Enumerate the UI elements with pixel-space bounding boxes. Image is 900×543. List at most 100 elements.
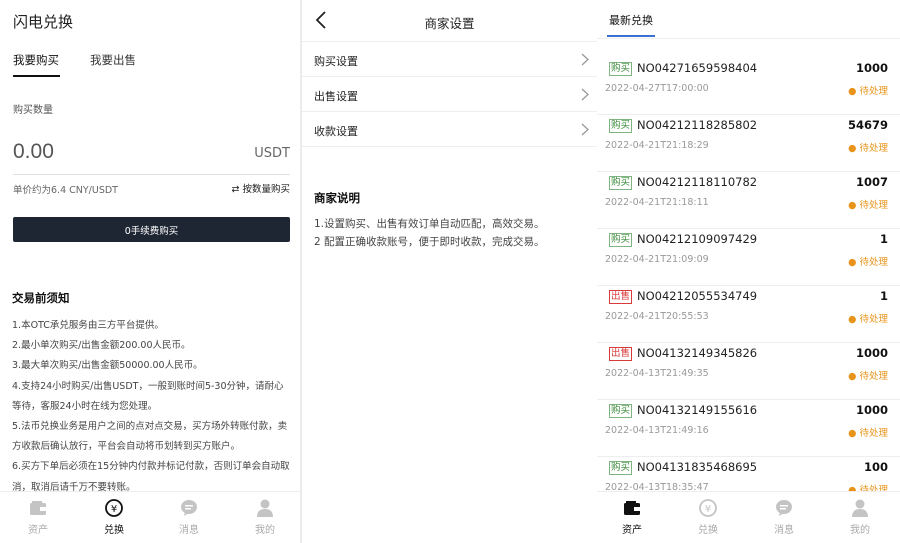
order-row[interactable]: 出售 NO04212055534749 1 2022-04-21T20:55:53 ● … — [597, 286, 900, 343]
notice-title: 交易前须知 — [12, 291, 70, 305]
message-icon — [776, 500, 792, 516]
order-status-text: 待处理 — [859, 257, 888, 268]
order-status: ● 待处理 — [848, 428, 888, 439]
order-status: ● 待处理 — [848, 143, 888, 154]
order-status-text: 待处理 — [859, 200, 888, 211]
tab-latest-exchanges[interactable]: 最新兑换 — [609, 12, 653, 28]
notice-item: 2.最小单次购买/出售金额200.00人民币。 — [12, 340, 191, 352]
order-type-badge: 购买 — [609, 233, 633, 247]
order-status-text: 待处理 — [859, 371, 888, 382]
nav-assets[interactable]: 资产 — [13, 498, 63, 536]
amount-input[interactable]: 0.00 — [13, 140, 54, 164]
order-row[interactable]: 购买 NO04132149155616 1000 2022-04-13T21:49:1… — [597, 400, 900, 457]
order-amount: 1 — [879, 232, 888, 246]
order-number: NO04131835468695 — [637, 460, 758, 474]
merchant-notes: 1.设置购买、出售有效订单自动匹配，高效交易。 2 配置正确收款账号，便于即时收… — [314, 215, 589, 251]
order-amount: 54679 — [847, 118, 888, 132]
settings-row-sell[interactable]: 出售设置 — [302, 77, 597, 112]
order-type-badge: 购买 — [609, 461, 633, 475]
order-type-badge: 出售 — [609, 347, 633, 361]
order-number: NO04132149155616 — [637, 403, 758, 417]
order-row[interactable]: 购买 NO04212118285802 54679 2022-04-21T21:18:… — [597, 115, 900, 172]
order-status-text: 待处理 — [859, 428, 888, 439]
order-number: NO04212118110782 — [637, 175, 758, 189]
order-number: NO04212055534749 — [637, 289, 758, 303]
order-type-badge: 购买 — [609, 404, 633, 418]
merchant-settings-panel: 商家设置 购买设置 出售设置 收款设置 商家说明 1.设置购买、出售有效订单自动… — [302, 0, 597, 543]
order-row[interactable]: 购买 NO04212118110782 1007 2022-04-21T21:18:1… — [597, 172, 900, 229]
order-status: ● 待处理 — [848, 257, 888, 268]
message-icon — [181, 500, 197, 516]
order-row[interactable]: 出售 NO04132149345826 1000 2022-04-13T21:49:3… — [597, 343, 900, 400]
order-type-badge: 购买 — [609, 176, 633, 190]
active-tab-indicator — [607, 35, 655, 37]
tab-sell[interactable]: 我要出售 — [90, 52, 136, 68]
order-number: NO04212118285802 — [637, 118, 758, 132]
order-number: NO04271659598404 — [637, 61, 758, 75]
notice-item: 1.本OTC承兑服务由三方平台提供。 — [12, 320, 164, 331]
buy-button[interactable]: 0手续费购买 — [13, 217, 290, 242]
settings-row-buy[interactable]: 购买设置 — [302, 42, 597, 77]
chevron-right-icon — [581, 53, 589, 66]
order-amount: 1000 — [855, 403, 888, 417]
input-divider — [13, 174, 290, 175]
chevron-right-icon — [581, 88, 589, 101]
unit-price-text: 单价约为6.4 CNY/USDT — [13, 185, 118, 196]
page-title: 商家设置 — [424, 16, 475, 31]
exchange-icon: ¥ — [699, 499, 717, 517]
order-amount: 1 — [879, 289, 888, 303]
user-icon — [257, 499, 273, 517]
svg-text:¥: ¥ — [111, 504, 117, 515]
order-status: ● 待处理 — [848, 200, 888, 211]
merchant-notes-title: 商家说明 — [314, 191, 360, 205]
order-type-badge: 购买 — [609, 62, 633, 76]
order-status: ● 待处理 — [848, 314, 888, 325]
order-amount: 1000 — [855, 61, 888, 75]
order-time: 2022-04-21T21:09:09 — [605, 254, 709, 265]
order-status: ● 待处理 — [848, 86, 888, 97]
order-time: 2022-04-21T20:55:53 — [605, 311, 709, 322]
quantity-label: 购买数量 — [13, 105, 53, 116]
order-type-badge: 出售 — [609, 290, 633, 304]
chevron-right-icon — [581, 123, 589, 136]
nav-messages[interactable]: 消息 — [759, 498, 809, 536]
order-row[interactable]: 购买 NO04271659598404 1000 2022-04-27T17:00:0… — [597, 58, 900, 115]
order-status-text: 待处理 — [859, 314, 888, 325]
order-number: NO04212109097429 — [637, 232, 758, 246]
switch-mode-link[interactable]: ⇄ 按数量购买 — [232, 181, 290, 195]
order-status-text: 待处理 — [859, 86, 888, 97]
order-amount: 1000 — [855, 346, 888, 360]
bottom-nav: 资产 ¥ 兑换 消息 我的 — [0, 491, 300, 543]
nav-assets[interactable]: 资产 — [607, 498, 657, 536]
order-number: NO04132149345826 — [637, 346, 758, 360]
notice-item: 5.法币兑换业务是用户之间的点对点交易，买方场外转账付款，卖方收款后确认放行，平… — [12, 421, 288, 453]
order-status-text: 待处理 — [859, 143, 888, 154]
nav-profile[interactable]: 我的 — [835, 498, 885, 536]
exchange-panel: 闪电兑换 我要购买 我要出售 购买数量 0.00 USDT 单价约为6.4 CN… — [0, 0, 300, 543]
order-amount: 100 — [863, 460, 888, 474]
svg-text:¥: ¥ — [705, 504, 711, 515]
page-title: 闪电兑换 — [13, 13, 74, 31]
wallet-icon — [30, 501, 46, 515]
order-time: 2022-04-13T21:49:35 — [605, 368, 709, 379]
bottom-nav: 资产 ¥ 兑换 消息 我的 — [597, 491, 900, 543]
order-row[interactable]: 购买 NO04212109097429 1 2022-04-21T21:09:09 ● … — [597, 229, 900, 286]
order-time: 2022-04-13T21:49:16 — [605, 425, 709, 436]
latest-exchanges-panel: 最新兑换 购买 NO04271659598404 1000 2022-04-27T17… — [597, 0, 900, 543]
nav-exchange[interactable]: ¥ 兑换 — [89, 498, 139, 536]
order-time: 2022-04-21T21:18:29 — [605, 140, 709, 151]
order-type-badge: 购买 — [609, 119, 633, 133]
merchant-note-line: 2 配置正确收款账号，便于即时收款，完成交易。 — [314, 236, 545, 248]
notice-item: 4.支持24小时购买/出售USDT，一般到账时间5-30分钟，请耐心等待，客服2… — [12, 380, 284, 412]
exchange-icon: ¥ — [105, 499, 123, 517]
order-time: 2022-04-21T21:18:11 — [605, 197, 709, 208]
tab-buy[interactable]: 我要购买 — [13, 52, 59, 68]
header: 商家设置 — [302, 0, 597, 42]
nav-exchange[interactable]: ¥ 兑换 — [683, 498, 733, 536]
nav-profile[interactable]: 我的 — [240, 498, 290, 536]
unit-label: USDT — [254, 146, 290, 161]
nav-messages[interactable]: 消息 — [164, 498, 214, 536]
order-amount: 1007 — [855, 175, 888, 189]
settings-row-payment[interactable]: 收款设置 — [302, 112, 597, 147]
order-time: 2022-04-27T17:00:00 — [605, 83, 709, 94]
